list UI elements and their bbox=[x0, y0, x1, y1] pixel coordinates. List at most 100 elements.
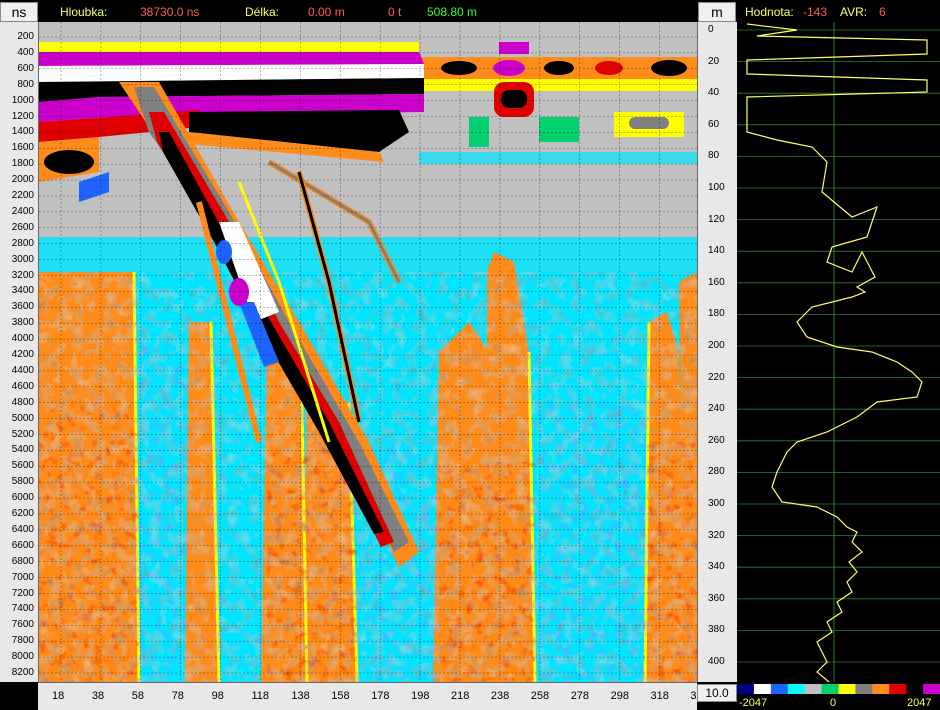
depth-tick: 20 bbox=[708, 55, 720, 67]
time-tick: 1000 bbox=[11, 94, 34, 106]
distance-tick: 318 bbox=[650, 690, 669, 702]
time-tick: 4400 bbox=[11, 364, 34, 376]
palette-swatch bbox=[872, 684, 890, 694]
palette-swatch bbox=[906, 684, 924, 694]
time-tick: 3000 bbox=[11, 253, 34, 265]
time-tick: 4200 bbox=[11, 349, 34, 360]
info-bar: ns Hloubka: 38730.0 ns Délka: 0.00 m 0 t… bbox=[0, 0, 940, 22]
time-axis: 200 400 600 800 1000 1200 1400 1600 1800 2000 2200… bbox=[0, 22, 39, 682]
depth-tick: 320 bbox=[708, 529, 725, 541]
time-tick: 5400 bbox=[11, 444, 34, 456]
distance-tick: 38 bbox=[91, 690, 105, 702]
amplitude-trace-panel[interactable] bbox=[737, 22, 940, 683]
distance-tick: 198 bbox=[411, 690, 430, 702]
palette-swatch bbox=[804, 684, 823, 694]
time-tick: 6000 bbox=[11, 492, 34, 504]
distance-tick: 58 bbox=[131, 690, 145, 702]
depth-axis: 0 20 40 60 80 100 120 140 160 180 200 220 240 260 280 3… bbox=[697, 22, 739, 682]
time-tick: 5000 bbox=[11, 412, 34, 424]
depth-tick: 60 bbox=[708, 118, 720, 130]
distance-tick: 298 bbox=[610, 690, 629, 702]
depth-tick: 200 bbox=[708, 340, 725, 351]
time-tick: 3200 bbox=[11, 269, 34, 281]
radargram-image[interactable] bbox=[39, 22, 700, 683]
palette-swatch bbox=[787, 684, 806, 694]
time-tick: 1600 bbox=[11, 142, 34, 154]
depth-tick: 100 bbox=[708, 182, 725, 193]
palette-swatch bbox=[855, 684, 873, 694]
palette-mid-label: 0 bbox=[830, 697, 837, 709]
depth-label: Hloubka: bbox=[60, 5, 108, 19]
time-tick: 5200 bbox=[11, 428, 34, 440]
depth-tick: 0 bbox=[708, 24, 714, 35]
length-value: 0.00 m bbox=[308, 5, 345, 19]
depth-tick: 140 bbox=[708, 245, 725, 257]
time-tick: 5800 bbox=[11, 476, 34, 488]
amplitude-trace bbox=[737, 22, 940, 683]
depth-tick: 360 bbox=[708, 592, 725, 604]
avr-value: 6 bbox=[879, 5, 886, 19]
palette-swatch bbox=[889, 684, 907, 694]
time-tick: 6600 bbox=[11, 539, 34, 551]
palette-min-label: -2047 bbox=[739, 697, 768, 709]
palette-max-label: 2047 bbox=[907, 697, 932, 709]
time-tick: 600 bbox=[17, 62, 34, 74]
time-tick: 1400 bbox=[11, 126, 34, 138]
depth-tick: 180 bbox=[708, 308, 725, 320]
depth-tick: 220 bbox=[708, 371, 725, 383]
time-tick: 1800 bbox=[11, 158, 34, 170]
time-tick: 7400 bbox=[11, 603, 34, 615]
value-readout: -143 bbox=[803, 5, 828, 19]
depth-tick: 40 bbox=[708, 87, 720, 99]
time-tick: 8200 bbox=[11, 667, 34, 678]
time-tick: 1200 bbox=[11, 110, 34, 122]
time-tick: 7000 bbox=[11, 571, 34, 583]
distance-axis: 18 38 58 78 98 118 138 158 178 198 218 238 258 278 298… bbox=[38, 682, 709, 710]
avr-label: AVR: bbox=[840, 5, 868, 19]
position-value: 508.80 m bbox=[427, 5, 478, 19]
time-tick: 4600 bbox=[11, 380, 34, 392]
distance-tick: 98 bbox=[211, 690, 224, 702]
time-tick: 5600 bbox=[11, 460, 34, 472]
radargram-view[interactable] bbox=[39, 22, 700, 683]
time-tick: 7800 bbox=[11, 635, 34, 647]
distance-tick: 258 bbox=[530, 690, 550, 702]
time-tick: 2800 bbox=[11, 237, 34, 249]
time-tick: 6200 bbox=[11, 508, 34, 519]
distance-tick: 138 bbox=[291, 690, 310, 702]
time-tick: 4800 bbox=[11, 396, 34, 408]
distance-tick: 238 bbox=[490, 690, 510, 702]
t-value: 0 t bbox=[388, 5, 402, 19]
time-tick: 2200 bbox=[11, 190, 34, 201]
distance-tick: 18 bbox=[52, 690, 65, 702]
depth-tick: 400 bbox=[708, 656, 725, 667]
time-tick: 6400 bbox=[11, 523, 34, 535]
time-tick: 7200 bbox=[11, 587, 34, 599]
color-palette: -2047 0 2047 bbox=[737, 682, 940, 709]
time-tick: 800 bbox=[17, 78, 34, 90]
time-tick: 200 bbox=[17, 31, 34, 42]
length-label: Délka: bbox=[245, 5, 280, 19]
palette-swatch bbox=[923, 684, 940, 694]
palette-swatch bbox=[753, 684, 772, 694]
depth-value: 38730.0 ns bbox=[140, 5, 200, 19]
depth-tick: 160 bbox=[708, 276, 725, 288]
depth-tick: 120 bbox=[708, 213, 725, 225]
scale-readout[interactable]: 10.0 bbox=[697, 684, 737, 702]
palette-swatch bbox=[770, 684, 789, 694]
time-tick: 400 bbox=[17, 46, 34, 58]
distance-tick: 78 bbox=[171, 690, 184, 702]
distance-tick: 118 bbox=[251, 690, 270, 702]
depth-tick: 280 bbox=[708, 466, 725, 478]
time-tick: 2400 bbox=[11, 205, 34, 217]
depth-unit-label: m bbox=[698, 2, 736, 22]
value-label: Hodnota: bbox=[745, 5, 794, 19]
time-tick: 3400 bbox=[11, 285, 34, 297]
distance-tick: 278 bbox=[570, 690, 590, 702]
time-tick: 2600 bbox=[11, 221, 34, 233]
depth-tick: 80 bbox=[708, 150, 720, 162]
palette-strip bbox=[737, 684, 940, 694]
palette-swatch bbox=[821, 684, 839, 694]
time-unit-label: ns bbox=[0, 2, 38, 22]
time-tick: 2000 bbox=[11, 174, 34, 186]
